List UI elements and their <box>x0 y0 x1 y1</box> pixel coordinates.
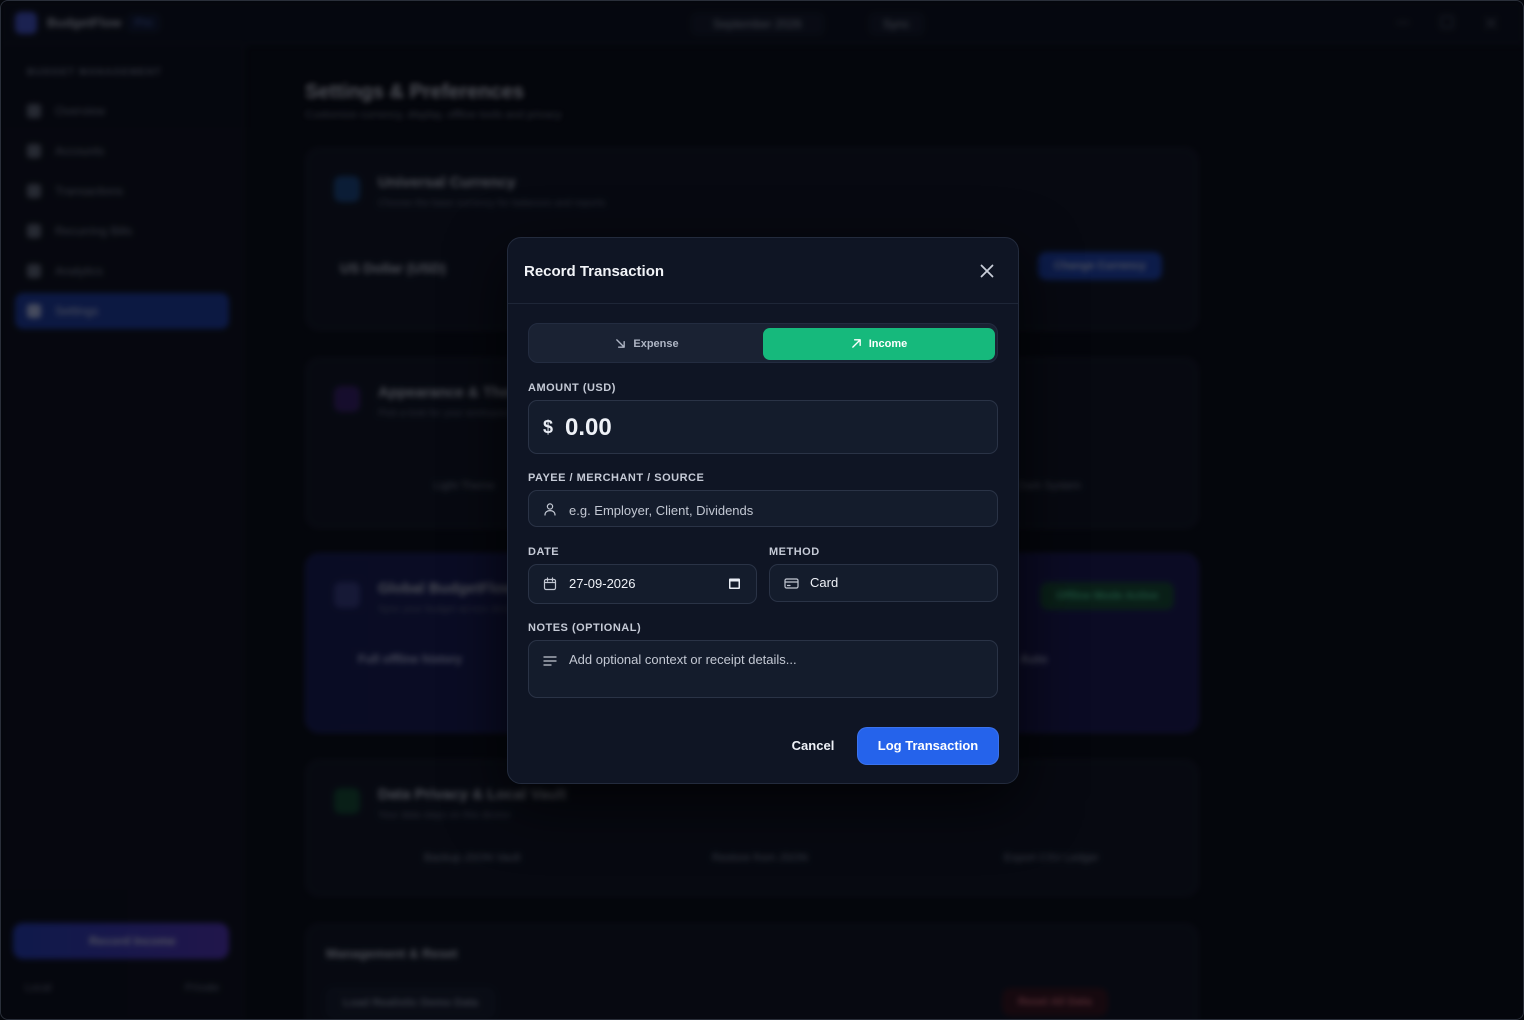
log-transaction-button[interactable]: Log Transaction <box>858 728 998 764</box>
transaction-type-toggle: Expense Income <box>528 323 998 363</box>
payee-input[interactable] <box>569 500 979 520</box>
arrow-down-right-icon <box>616 339 626 348</box>
amount-input[interactable] <box>565 413 965 443</box>
income-tab[interactable]: Income <box>763 328 995 360</box>
modal-title: Record Transaction <box>524 263 665 280</box>
date-field[interactable]: 27-09-2026 <box>528 564 757 604</box>
payee-label: PAYEE / MERCHANT / SOURCE <box>528 472 705 484</box>
notes-label: NOTES (OPTIONAL) <box>528 622 642 634</box>
date-value: 27-09-2026 <box>569 576 636 591</box>
close-icon[interactable] <box>978 262 996 280</box>
method-value: Card <box>810 575 839 590</box>
cancel-button[interactable]: Cancel <box>778 728 848 764</box>
notes-placeholder: Add optional context or receipt details.… <box>569 652 797 667</box>
app-window: BudgetFlow Pro September 2026 Sync BUDGE… <box>0 0 1524 1020</box>
amount-label: AMOUNT (USD) <box>528 382 616 394</box>
credit-card-icon <box>784 577 799 595</box>
notes-textarea[interactable]: Add optional context or receipt details.… <box>528 640 998 698</box>
income-tab-label: Income <box>868 338 908 350</box>
expense-tab-label: Expense <box>633 338 679 350</box>
expense-tab[interactable]: Expense <box>533 328 761 360</box>
date-label: DATE <box>528 546 560 558</box>
user-icon <box>543 502 557 521</box>
modal-header: Record Transaction <box>508 238 1018 304</box>
payee-field <box>528 490 998 527</box>
date-picker-icon[interactable] <box>728 577 741 595</box>
method-label: METHOD <box>769 546 820 558</box>
align-left-icon <box>543 654 557 672</box>
amount-field: $ <box>528 400 998 454</box>
calendar-icon <box>543 577 557 596</box>
arrow-up-right-icon <box>851 339 861 348</box>
record-transaction-modal: Record Transaction Expense Income AMOUNT… <box>507 237 1019 784</box>
method-select[interactable]: Card <box>769 564 998 602</box>
currency-symbol: $ <box>543 417 554 437</box>
